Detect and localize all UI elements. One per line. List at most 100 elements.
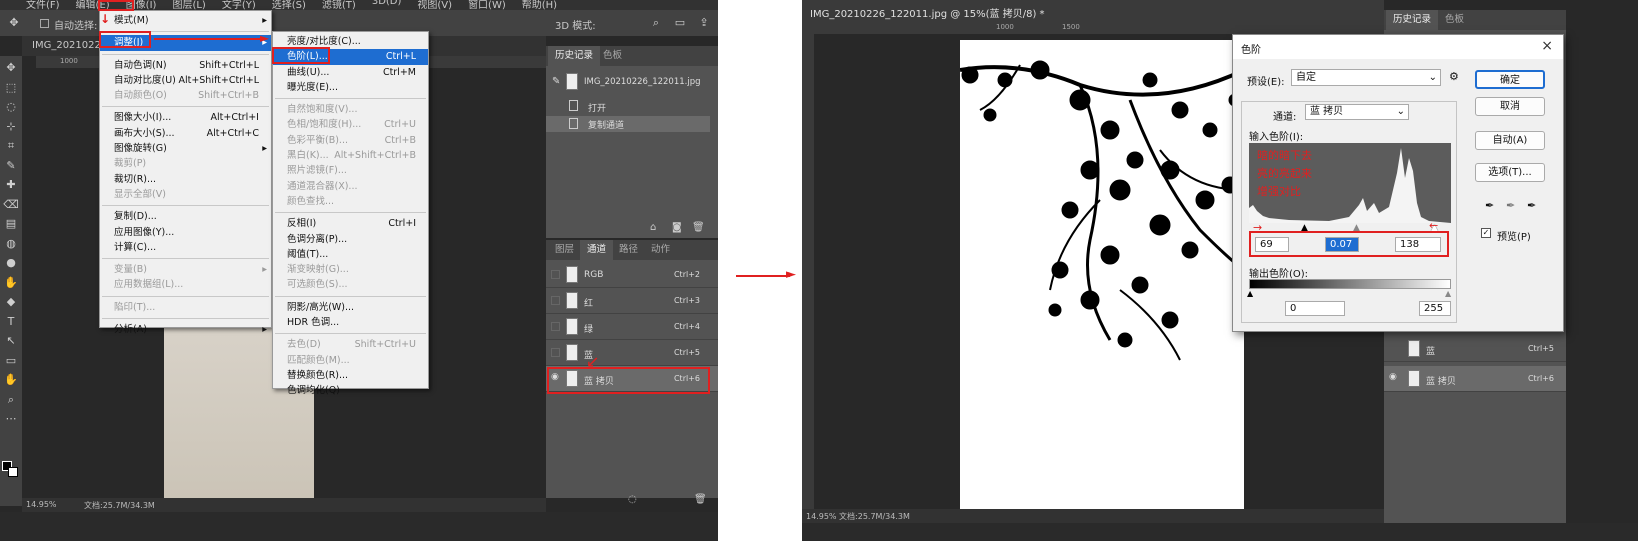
menu-item[interactable]: 反相(I) Ctrl+I: [273, 216, 428, 231]
menu-item[interactable]: 自动色调(N) Shift+Ctrl+L: [100, 58, 271, 73]
auto-button[interactable]: 自动(A): [1475, 131, 1545, 150]
tool-icon[interactable]: ✋: [3, 275, 19, 291]
tab-paths[interactable]: 路径: [612, 240, 645, 260]
channel-row[interactable]: RGB Ctrl+2: [546, 262, 718, 288]
dialog-titlebar[interactable]: 色阶 ×: [1233, 35, 1563, 59]
menu-item[interactable]: 色调均化(Q): [273, 383, 428, 398]
menu-item[interactable]: 图像大小(I)... Alt+Ctrl+I: [100, 110, 271, 125]
visibility-toggle[interactable]: [551, 322, 560, 331]
tool-icon[interactable]: T: [3, 314, 19, 330]
new-snapshot-icon[interactable]: ⌂: [650, 222, 656, 233]
visibility-toggle[interactable]: [551, 348, 560, 357]
menu-item[interactable]: 3D(D): [372, 0, 402, 10]
trash-icon[interactable]: 🗑: [694, 494, 707, 505]
preset-select[interactable]: 自定 ⌄: [1291, 69, 1441, 86]
share-icon[interactable]: ⇪: [696, 15, 712, 31]
tab-channels[interactable]: 通道: [580, 240, 614, 260]
menu-item[interactable]: 窗口(W): [468, 0, 506, 10]
menu-item[interactable]: 图层(L): [172, 0, 205, 10]
tool-icon[interactable]: ⌫: [3, 197, 19, 213]
tab-history[interactable]: 历史记录: [548, 46, 601, 66]
channel-row[interactable]: 绿 Ctrl+4: [546, 314, 718, 340]
tool-icon[interactable]: ⬚: [3, 80, 19, 96]
tool-icon[interactable]: ⋯: [3, 411, 19, 427]
eye-icon[interactable]: ◉: [1389, 372, 1397, 382]
tool-icon[interactable]: ⊹: [3, 119, 19, 135]
tool-icon[interactable]: ●: [3, 255, 19, 271]
load-selection-icon[interactable]: ◌: [628, 494, 637, 505]
camera-icon[interactable]: ◙: [672, 222, 682, 233]
trash-icon[interactable]: 🗑: [692, 222, 705, 233]
output-white-slider[interactable]: ▲: [1445, 289, 1451, 298]
move-tool-icon[interactable]: ✥: [6, 15, 22, 31]
channel-row[interactable]: 蓝 Ctrl+5: [1384, 336, 1566, 362]
tab-history[interactable]: 历史记录: [1386, 10, 1439, 30]
history-item[interactable]: 复制通道: [546, 116, 710, 132]
tab-layers[interactable]: 图层: [548, 240, 581, 260]
tab-swatches[interactable]: 色板: [1438, 10, 1471, 30]
background-color-swatch[interactable]: [8, 467, 18, 477]
auto-select-checkbox[interactable]: [40, 19, 49, 28]
menu-item[interactable]: 应用图像(Y)...: [100, 225, 271, 240]
menu-item[interactable]: 裁切(R)...: [100, 172, 271, 187]
tool-icon[interactable]: ✚: [3, 177, 19, 193]
close-icon[interactable]: ×: [1541, 38, 1553, 54]
tool-icon[interactable]: ↖: [3, 333, 19, 349]
history-item[interactable]: 打开: [546, 99, 718, 115]
tab-actions[interactable]: 动作: [644, 240, 677, 260]
menu-item[interactable]: 文件(F): [26, 0, 60, 10]
tool-icon[interactable]: ▭: [3, 353, 19, 369]
menu-item[interactable]: 模式(M) ▸: [100, 13, 271, 28]
menu-item[interactable]: 图像旋转(G) ▸: [100, 141, 271, 156]
menu-item[interactable]: 文字(Y): [222, 0, 256, 10]
cancel-button[interactable]: 取消: [1475, 97, 1545, 116]
options-button[interactable]: 选项(T)...: [1475, 163, 1545, 182]
zoom-level[interactable]: 14.95%: [26, 500, 57, 509]
tool-icon[interactable]: ⌗: [3, 138, 19, 154]
menu-item[interactable]: 自动对比度(U) Alt+Shift+Ctrl+L: [100, 73, 271, 88]
menu-item[interactable]: 阴影/高光(W)...: [273, 300, 428, 315]
menu-item[interactable]: 阈值(T)...: [273, 247, 428, 262]
search-icon[interactable]: ⌕: [648, 15, 664, 31]
menu-item[interactable]: 替换颜色(R)...: [273, 368, 428, 383]
white-eyedropper-icon[interactable]: ✒: [1527, 199, 1536, 212]
menu-item[interactable]: 视图(V): [417, 0, 452, 10]
preview-checkbox[interactable]: ✓: [1481, 228, 1491, 238]
black-eyedropper-icon[interactable]: ✒: [1485, 199, 1494, 212]
tool-icon[interactable]: ▤: [3, 216, 19, 232]
channel-row[interactable]: 蓝 Ctrl+5: [546, 340, 718, 366]
output-white-field[interactable]: 255: [1419, 301, 1451, 316]
document-image[interactable]: [960, 40, 1244, 509]
visibility-toggle[interactable]: [551, 296, 560, 305]
doc-tab[interactable]: IMG_20210226_122011.jpg @ 15%(蓝 拷贝/8) *: [810, 5, 1045, 20]
menu-item[interactable]: 复制(D)...: [100, 209, 271, 224]
output-black-slider[interactable]: ▲: [1247, 289, 1253, 298]
menu-item[interactable]: 曲线(U)... Ctrl+M: [273, 65, 428, 80]
output-black-field[interactable]: 0: [1285, 301, 1345, 316]
tool-icon[interactable]: ✥: [3, 60, 19, 76]
tool-icon[interactable]: ◍: [3, 236, 19, 252]
preset-options-icon[interactable]: ⚙: [1449, 70, 1459, 83]
tool-icon[interactable]: ✎: [3, 158, 19, 174]
menu-item[interactable]: 画布大小(S)... Alt+Ctrl+C: [100, 126, 271, 141]
gray-eyedropper-icon[interactable]: ✒: [1506, 199, 1515, 212]
menu-item[interactable]: 分析(A) ▸: [100, 322, 271, 337]
channel-row[interactable]: ◉ 蓝 拷贝 Ctrl+6: [1384, 366, 1566, 392]
menu-item[interactable]: 色调分离(P)...: [273, 232, 428, 247]
tab-swatches[interactable]: 色板: [596, 46, 629, 66]
menu-item[interactable]: 计算(C)...: [100, 240, 271, 255]
ok-button[interactable]: 确定: [1475, 70, 1545, 89]
tool-icon[interactable]: ◌: [3, 99, 19, 115]
tool-icon[interactable]: ⌕: [3, 392, 19, 408]
tool-icon[interactable]: ✋: [3, 372, 19, 388]
menu-item[interactable]: 滤镜(T): [322, 0, 356, 10]
channel-select[interactable]: 蓝 拷贝 ⌄: [1305, 104, 1409, 120]
workspace-icon[interactable]: ▭: [672, 15, 688, 31]
menu-item[interactable]: 帮助(H): [522, 0, 557, 10]
visibility-toggle[interactable]: [551, 270, 560, 279]
menu-item[interactable]: HDR 色调...: [273, 315, 428, 330]
history-snapshot[interactable]: ✎ IMG_20210226_122011.jpg: [546, 68, 718, 96]
tool-icon[interactable]: ◆: [3, 294, 19, 310]
channel-row[interactable]: 红 Ctrl+3: [546, 288, 718, 314]
menu-item[interactable]: 曝光度(E)...: [273, 80, 428, 95]
